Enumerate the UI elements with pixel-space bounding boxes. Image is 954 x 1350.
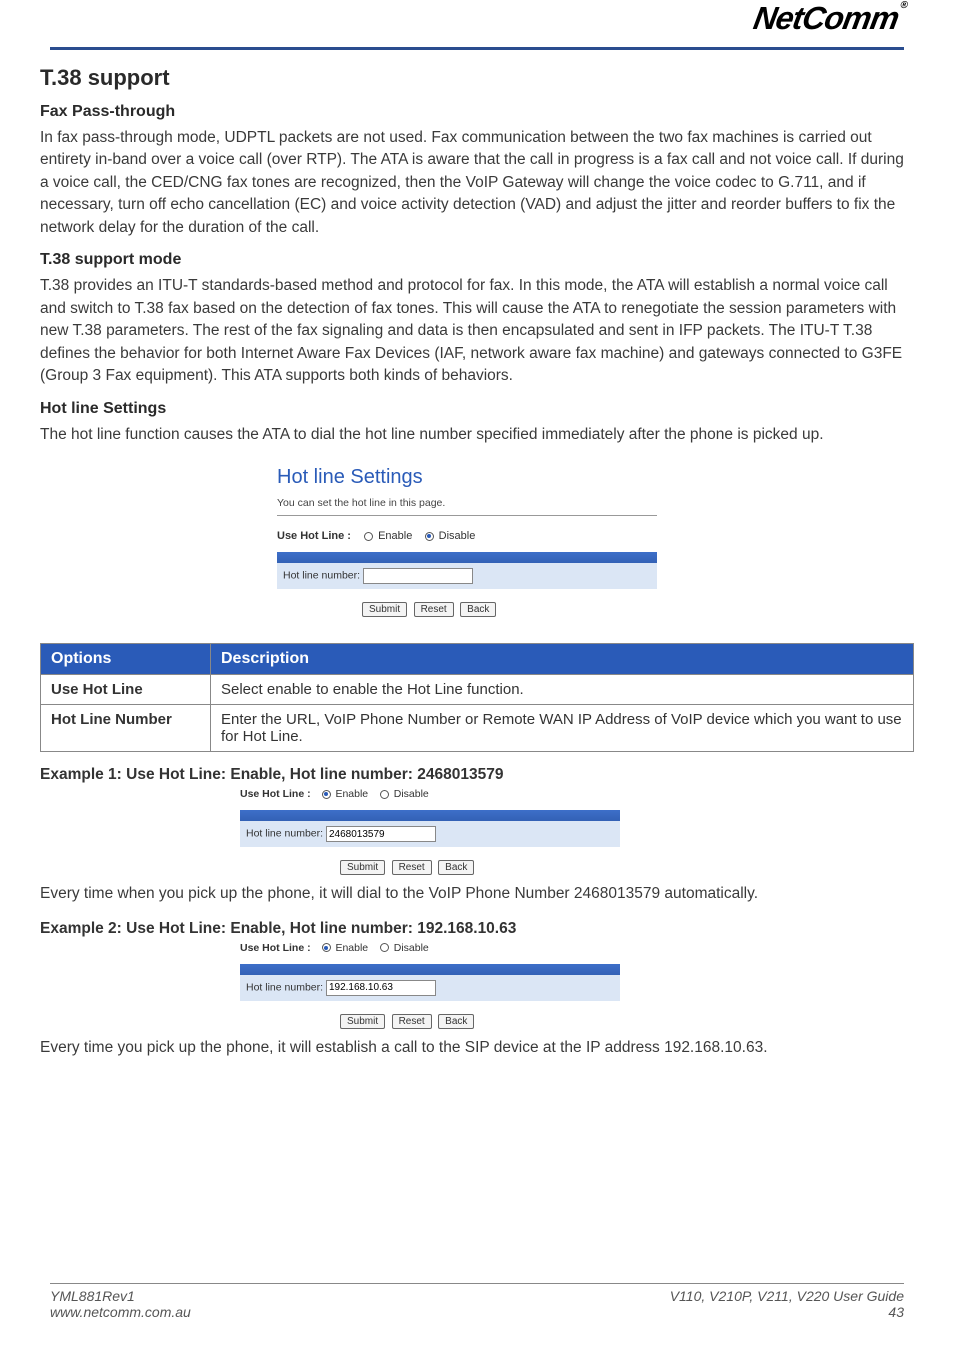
ex2-enable-radio[interactable] <box>322 943 331 952</box>
t38-mode-body: T.38 provides an ITU-T standards-based m… <box>40 275 914 387</box>
ex1-number-input[interactable] <box>326 826 436 842</box>
brand-logo: NetComm® <box>750 0 907 37</box>
table-row: Use Hot Line Select enable to enable the… <box>41 675 914 705</box>
hotline-body: The hot line function causes the ATA to … <box>40 424 914 446</box>
ex2-number-row: Hot line number: <box>240 975 620 1001</box>
example1-title: Example 1: Use Hot Line: Enable, Hot lin… <box>40 766 914 784</box>
section-title: T.38 support <box>40 65 914 91</box>
header-rule <box>50 47 904 50</box>
enable-radio[interactable] <box>364 532 373 541</box>
ex1-enable-label: Enable <box>335 788 368 800</box>
ex2-reset-button[interactable]: Reset <box>392 1014 432 1029</box>
hotline-number-label: Hot line number: <box>283 570 360 582</box>
example2-after: Every time you pick up the phone, it wil… <box>40 1037 914 1059</box>
ex2-submit-button[interactable]: Submit <box>340 1014 385 1029</box>
submit-button[interactable]: Submit <box>362 602 407 617</box>
ex2-blue-bar <box>240 964 620 975</box>
options-table: Options Description Use Hot Line Select … <box>40 643 914 752</box>
ex1-number-row: Hot line number: <box>240 821 620 847</box>
hotline-number-input[interactable] <box>363 568 473 584</box>
ex1-number-label: Hot line number: <box>246 828 323 840</box>
brand-text: NetComm <box>750 0 900 36</box>
ex1-blue-bar <box>240 810 620 821</box>
example2-panel: Use Hot Line : Enable Disable Hot line n… <box>240 942 620 1029</box>
ex1-back-button[interactable]: Back <box>438 860 474 875</box>
desc-cell: Enter the URL, VoIP Phone Number or Remo… <box>211 705 914 752</box>
ex2-buttons: Submit Reset Back <box>240 1011 620 1029</box>
reset-button[interactable]: Reset <box>414 602 454 617</box>
th-options: Options <box>41 644 211 675</box>
ex2-number-input[interactable] <box>326 980 436 996</box>
panel-sub: You can set the hot line in this page. <box>277 497 677 509</box>
ex2-use-label: Use Hot Line : <box>240 942 311 954</box>
ex1-disable-radio[interactable] <box>380 790 389 799</box>
ex2-disable-radio[interactable] <box>380 943 389 952</box>
panel-hr <box>277 515 657 516</box>
ex1-buttons: Submit Reset Back <box>240 857 620 875</box>
hotline-panel: Hot line Settings You can set the hot li… <box>277 456 677 627</box>
opt-cell: Hot Line Number <box>41 705 211 752</box>
opt-cell: Use Hot Line <box>41 675 211 705</box>
page-footer: YML881Rev1 www.netcomm.com.au V110, V210… <box>50 1283 904 1320</box>
desc-cell: Select enable to enable the Hot Line fun… <box>211 675 914 705</box>
table-row: Hot Line Number Enter the URL, VoIP Phon… <box>41 705 914 752</box>
panel-title: Hot line Settings <box>277 466 677 489</box>
panel-blue-bar <box>277 552 657 563</box>
footer-left2: www.netcomm.com.au <box>50 1304 191 1320</box>
ex2-number-label: Hot line number: <box>246 981 323 993</box>
example1-panel: Use Hot Line : Enable Disable Hot line n… <box>240 788 620 875</box>
ex2-enable-label: Enable <box>335 942 368 954</box>
example1-after: Every time when you pick up the phone, i… <box>40 883 914 905</box>
footer-right1: V110, V210P, V211, V220 User Guide <box>670 1288 904 1304</box>
ex2-disable-label: Disable <box>394 942 429 954</box>
disable-radio[interactable] <box>425 532 434 541</box>
enable-label: Enable <box>378 530 412 542</box>
ex1-disable-label: Disable <box>394 788 429 800</box>
ex2-back-button[interactable]: Back <box>438 1014 474 1029</box>
fax-passthrough-heading: Fax Pass-through <box>40 103 914 121</box>
panel-buttons: Submit Reset Back <box>277 599 677 617</box>
footer-left1: YML881Rev1 <box>50 1288 135 1304</box>
footer-rule <box>50 1283 904 1284</box>
use-hotline-row: Use Hot Line : Enable Disable <box>277 530 677 542</box>
use-hotline-label: Use Hot Line : <box>277 530 351 542</box>
fax-passthrough-body: In fax pass-through mode, UDPTL packets … <box>40 127 914 239</box>
ex1-enable-radio[interactable] <box>322 790 331 799</box>
back-button[interactable]: Back <box>460 602 496 617</box>
th-description: Description <box>211 644 914 675</box>
hotline-heading: Hot line Settings <box>40 400 914 418</box>
example2-title: Example 2: Use Hot Line: Enable, Hot lin… <box>40 920 914 938</box>
ex1-reset-button[interactable]: Reset <box>392 860 432 875</box>
footer-page-number: 43 <box>670 1304 904 1320</box>
brand-reg: ® <box>899 0 907 11</box>
t38-mode-heading: T.38 support mode <box>40 251 914 269</box>
disable-label: Disable <box>439 530 476 542</box>
hotline-number-row: Hot line number: <box>277 563 657 589</box>
ex1-submit-button[interactable]: Submit <box>340 860 385 875</box>
ex1-use-label: Use Hot Line : <box>240 788 311 800</box>
